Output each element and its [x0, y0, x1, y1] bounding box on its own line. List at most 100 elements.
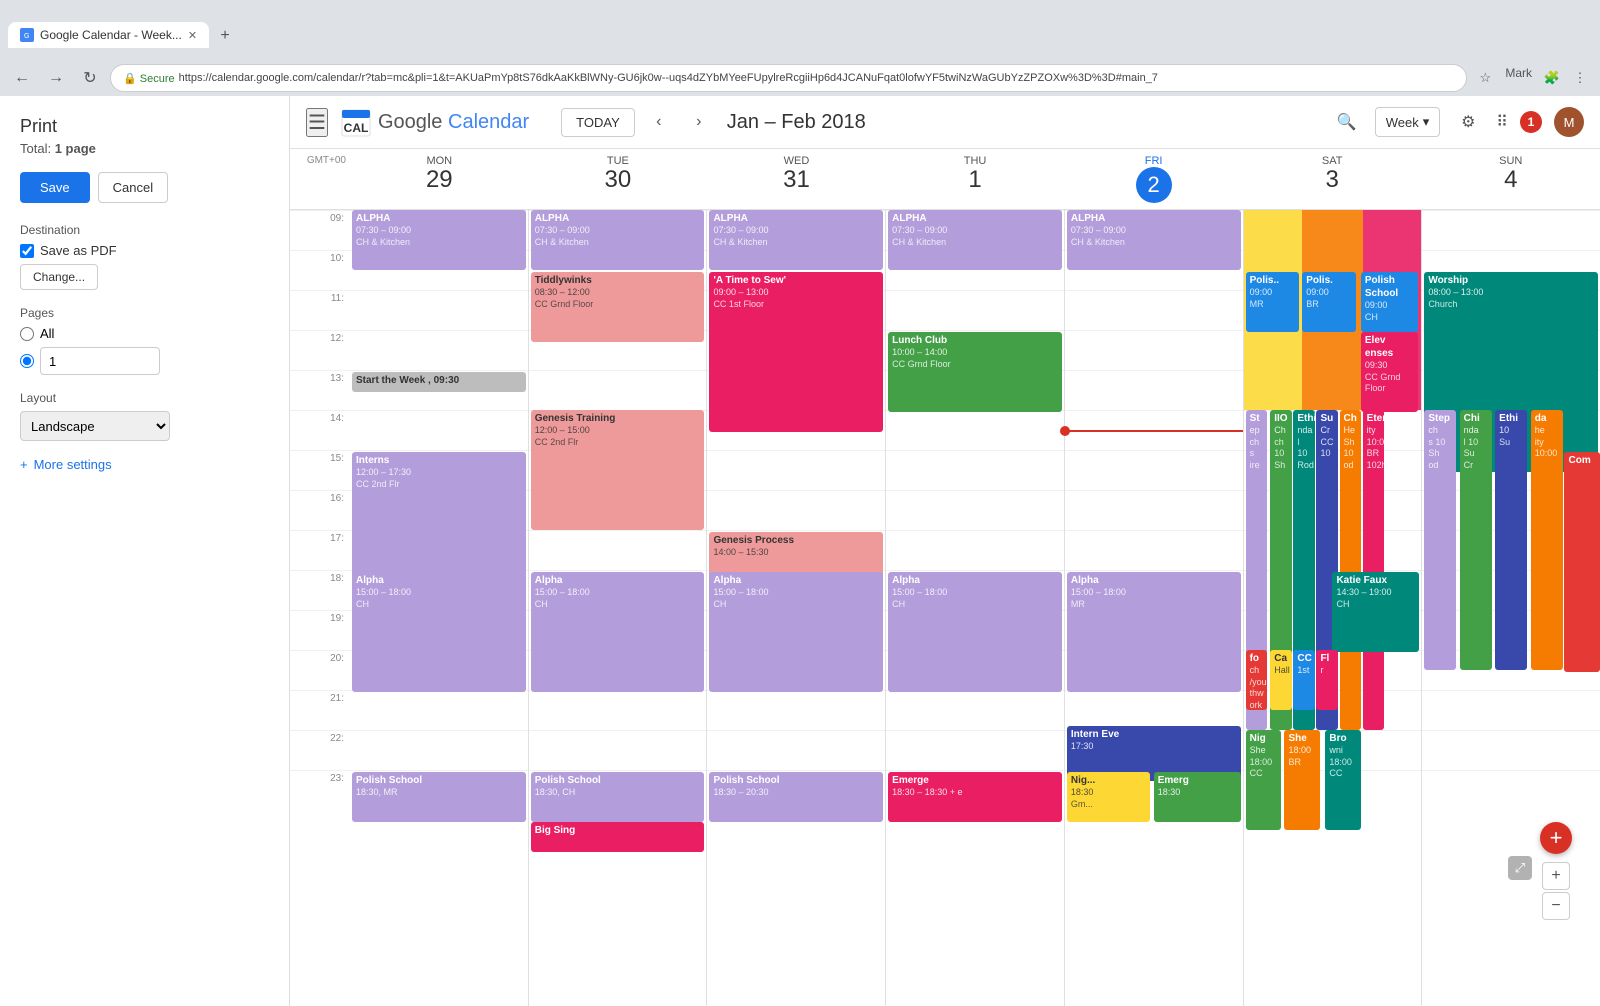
event-tue-alpha[interactable]: ALPHA 07:30 – 09:00 CH & Kitchen: [531, 210, 705, 270]
event-sat-multi5[interactable]: Ch He Sh 10 od: [1340, 410, 1361, 730]
day-col-sat: Polis.. 09:00 MR Polis. 09:00 BR Polish …: [1243, 210, 1422, 1006]
cal-header-right: 🔍 Week ▾ ⚙ ⠿ 1 M: [1331, 106, 1584, 138]
day-header-mon: MON 29: [350, 149, 529, 209]
event-sat-cc[interactable]: CC 1st: [1293, 650, 1314, 710]
all-pages-radio-label[interactable]: All: [20, 326, 269, 341]
print-total-value: 1 page: [55, 141, 96, 156]
event-wed-polish[interactable]: Polish School 18:30 – 20:30: [709, 772, 883, 822]
event-sun-com[interactable]: Com: [1564, 452, 1600, 672]
save-as-pdf-checkbox[interactable]: [20, 244, 34, 258]
browser-chrome: G Google Calendar - Week... ✕ +: [0, 0, 1600, 60]
search-btn[interactable]: 🔍: [1331, 106, 1363, 138]
event-tue-genesis-training[interactable]: Genesis Training 12:00 – 15:00 CC 2nd Fl…: [531, 410, 705, 530]
next-week-btn[interactable]: ›: [683, 106, 715, 138]
event-sun-da[interactable]: da he ity 10:00: [1531, 410, 1563, 670]
fab-button[interactable]: +: [1540, 822, 1572, 854]
forward-btn[interactable]: →: [42, 64, 70, 92]
event-tue-alpha-eve[interactable]: Alpha 15:00 – 18:00 CH: [531, 572, 705, 692]
event-mon-polish[interactable]: Polish School 18:30, MR: [352, 772, 526, 822]
layout-label: Layout: [20, 391, 269, 405]
event-sat-multi6[interactable]: Etern ity 10:00 BR 102h: [1363, 410, 1384, 730]
zoom-controls: + −: [1542, 862, 1570, 920]
save-as-pdf-label[interactable]: Save as PDF: [20, 243, 269, 258]
change-button[interactable]: Change...: [20, 264, 98, 290]
day-header-fri: FRI 2: [1064, 149, 1243, 209]
event-sat-she[interactable]: She 18:00 BR: [1284, 730, 1320, 830]
all-pages-radio[interactable]: [20, 327, 34, 341]
more-settings-btn[interactable]: + More settings: [20, 457, 269, 472]
event-sun-chi[interactable]: Chi nda l 10 Su Cr: [1460, 410, 1492, 670]
pages-label: Pages: [20, 306, 269, 320]
event-sat-fl[interactable]: Fl r: [1316, 650, 1337, 710]
svg-text:CAL: CAL: [344, 121, 369, 135]
bookmark-btn[interactable]: ☆: [1473, 66, 1497, 90]
plus-icon: +: [20, 457, 28, 472]
event-fri-emerge2[interactable]: Emerg 18:30: [1154, 772, 1241, 822]
event-mon-alpha[interactable]: ALPHA 07:30 – 09:00 CH & Kitchen: [352, 210, 526, 270]
menu-hamburger-btn[interactable]: ☰: [306, 108, 328, 137]
event-sat-fo[interactable]: fo ch /you thw ork 10:00 Stag epa s: [1246, 650, 1267, 710]
day-col-sun: Worship 08:00 – 13:00 Church Step ch s 1…: [1421, 210, 1600, 1006]
event-thu-lunch-club[interactable]: Lunch Club 10:00 – 14:00 CC Grnd Floor: [888, 332, 1062, 412]
notification-badge[interactable]: 1: [1520, 111, 1542, 133]
event-sat-bro[interactable]: Bro wni 18:00 CC: [1325, 730, 1361, 830]
event-fri-alpha-eve[interactable]: Alpha 15:00 – 18:00 MR: [1067, 572, 1241, 692]
address-bar[interactable]: 🔒 Secure https://calendar.google.com/cal…: [110, 64, 1467, 92]
reload-btn[interactable]: ↻: [76, 64, 104, 92]
layout-select[interactable]: Landscape Portrait: [20, 411, 170, 441]
fab-area: + + −: [1540, 822, 1572, 920]
calendar-logo-svg: CAL: [340, 106, 372, 138]
prev-week-btn[interactable]: ‹: [643, 106, 675, 138]
event-wed-alpha-eve[interactable]: Alpha 15:00 – 18:00 CH: [709, 572, 883, 692]
print-title: Print: [20, 116, 269, 137]
url-text: https://calendar.google.com/calendar/r?t…: [179, 72, 1455, 84]
event-wed-alpha[interactable]: ALPHA 07:30 – 09:00 CH & Kitchen: [709, 210, 883, 270]
event-thu-emergency[interactable]: Emerge 18:30 – 18:30 + e: [888, 772, 1062, 822]
event-thu-alpha[interactable]: ALPHA 07:30 – 09:00 CH & Kitchen: [888, 210, 1062, 270]
event-tue-big-sing[interactable]: Big Sing: [531, 822, 705, 852]
event-thu-alpha-eve[interactable]: Alpha 15:00 – 18:00 CH: [888, 572, 1062, 692]
event-sat-polish3[interactable]: Polish School 09:00 CH: [1361, 272, 1418, 332]
event-wed-time-to-sew[interactable]: 'A Time to Sew' 09:00 – 13:00 CC 1st Flo…: [709, 272, 883, 432]
toolbar-icons: ☆ Mark 🧩 ⋮: [1473, 66, 1592, 90]
expand-icon[interactable]: ⤢: [1508, 856, 1532, 880]
cal-nav: TODAY ‹ › Jan – Feb 2018: [561, 106, 866, 138]
active-tab[interactable]: G Google Calendar - Week... ✕: [8, 22, 209, 48]
view-select[interactable]: Week ▾: [1375, 107, 1441, 137]
event-sat-nig[interactable]: Nig She 18:00 CC: [1246, 730, 1282, 830]
zoom-out-btn[interactable]: −: [1542, 892, 1570, 920]
settings-btn[interactable]: ⚙: [1452, 106, 1484, 138]
current-time-line: [1065, 430, 1243, 436]
new-tab-btn[interactable]: +: [213, 24, 237, 48]
user-avatar[interactable]: M: [1554, 107, 1584, 137]
event-mon-start-week[interactable]: Start the Week , 09:30: [352, 372, 526, 392]
event-tue-polish[interactable]: Polish School 18:30, CH: [531, 772, 705, 822]
extensions-btn[interactable]: 🧩: [1540, 66, 1564, 90]
event-sat-elevenses[interactable]: Elev enses 09:30 CC Grnd Floor: [1361, 332, 1418, 412]
event-sun-ethi[interactable]: Ethi 10 Su: [1495, 410, 1527, 670]
apps-icon[interactable]: ⠿: [1496, 112, 1508, 132]
page-num-radio[interactable]: [20, 354, 34, 368]
event-sat-ca[interactable]: Ca Hall: [1270, 650, 1291, 710]
event-sat-polish2[interactable]: Polis. 09:00 BR: [1302, 272, 1355, 332]
event-fri-night-she[interactable]: Nig... 18:30 Gm...: [1067, 772, 1150, 822]
page-number-input[interactable]: [40, 347, 160, 375]
day-col-fri: ALPHA 07:30 – 09:00 CH & Kitchen Alpha 1…: [1064, 210, 1243, 1006]
today-btn[interactable]: TODAY: [561, 108, 635, 137]
day-header-wed: WED 31: [707, 149, 886, 209]
event-fri-alpha[interactable]: ALPHA 07:30 – 09:00 CH & Kitchen: [1067, 210, 1241, 270]
page-num-radio-label[interactable]: [20, 347, 269, 375]
time-column: 09: 10: 11: 12: 13: 14: 15: 16: 17: 18: …: [290, 210, 350, 1006]
event-sat-katie-faux[interactable]: Katie Faux 14:30 – 19:00 CH: [1332, 572, 1419, 652]
tab-close-btn[interactable]: ✕: [188, 29, 197, 42]
zoom-in-btn[interactable]: +: [1542, 862, 1570, 890]
menu-btn[interactable]: ⋮: [1568, 66, 1592, 90]
event-sun-step[interactable]: Step ch s 10 Sh od: [1424, 410, 1456, 670]
event-sat-polish1[interactable]: Polis.. 09:00 MR: [1246, 272, 1299, 332]
event-mon-alpha-eve[interactable]: Alpha 15:00 – 18:00 CH: [352, 572, 526, 692]
cancel-button[interactable]: Cancel: [98, 172, 168, 203]
save-button[interactable]: Save: [20, 172, 90, 203]
back-btn[interactable]: ←: [8, 64, 36, 92]
event-tue-tiddlywinks[interactable]: Tiddlywinks 08:30 – 12:00 CC Grnd Floor: [531, 272, 705, 342]
print-dialog: Print Total: 1 page Save Cancel Destinat…: [0, 96, 290, 1006]
